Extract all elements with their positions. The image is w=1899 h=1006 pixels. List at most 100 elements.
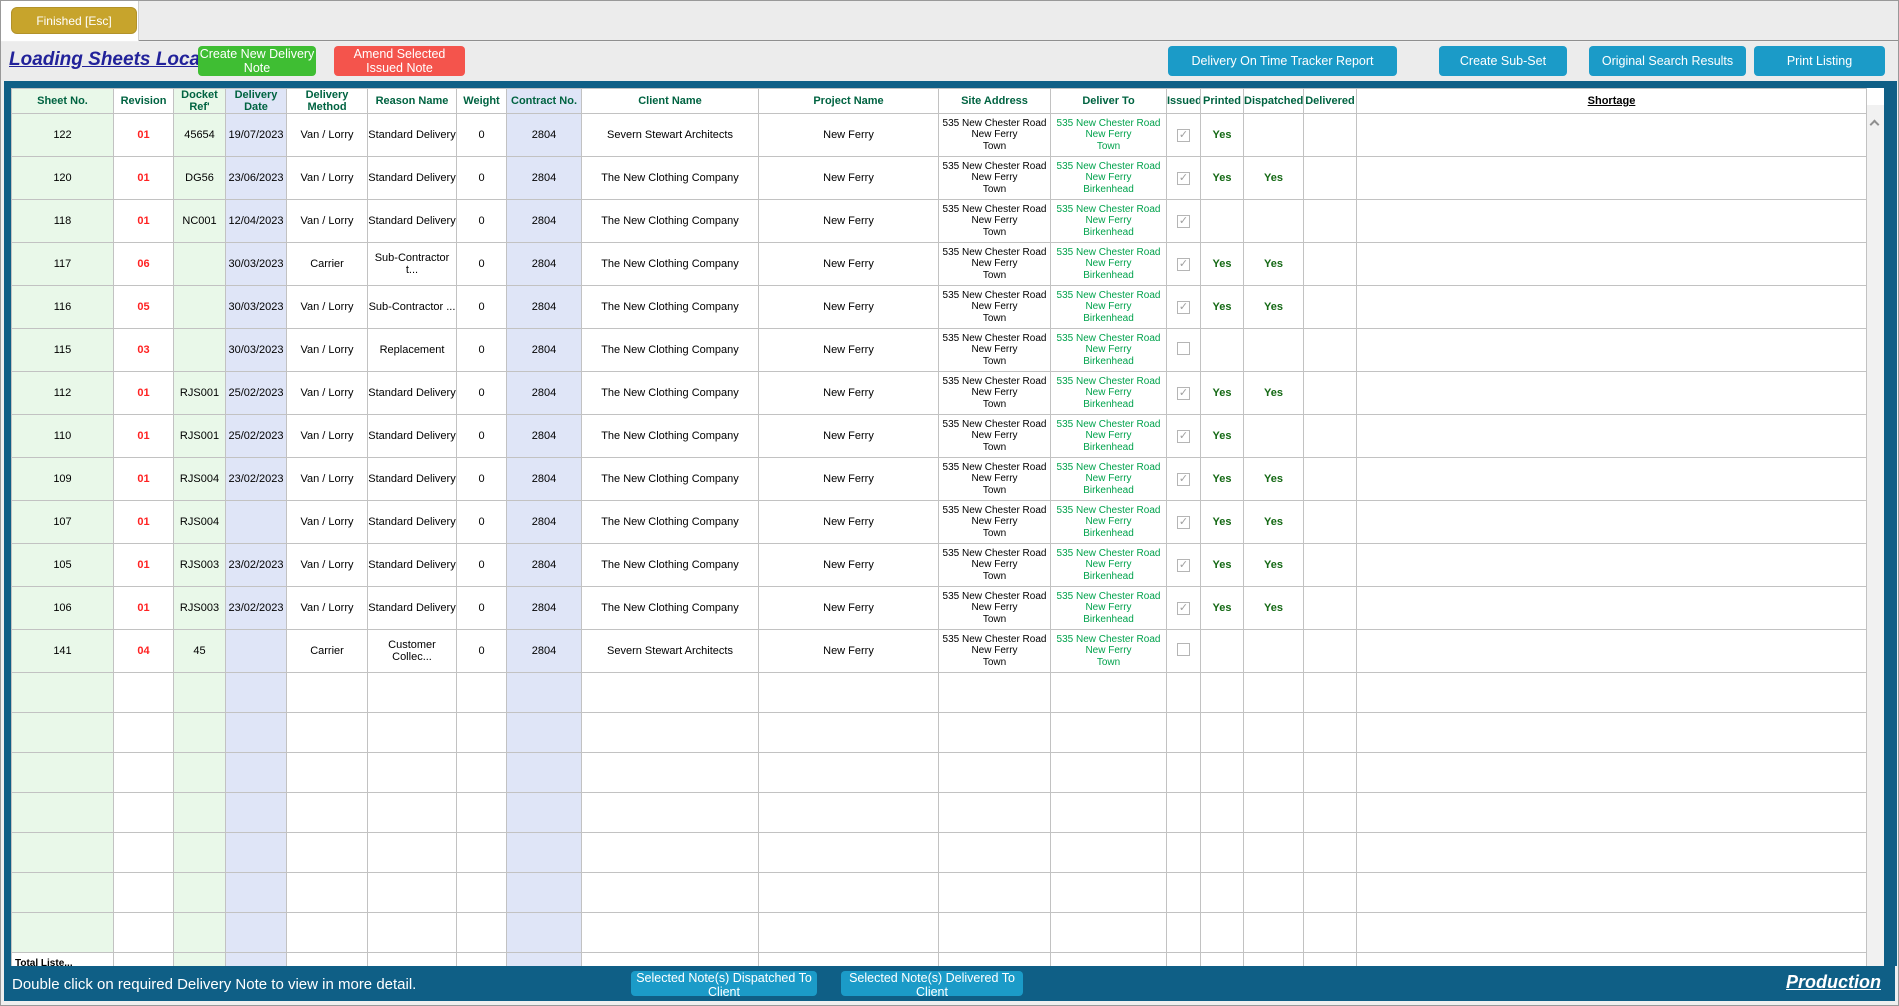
table-row[interactable]: 10701RJS004Van / LorryStandard Delivery0… xyxy=(12,501,1867,544)
cell-delivery-date: 30/03/2023 xyxy=(226,243,287,286)
cell-client-name: The New Clothing Company xyxy=(582,286,759,329)
cell-dispatched xyxy=(1244,415,1304,458)
create-sub-set-button[interactable]: Create Sub-Set xyxy=(1439,46,1567,76)
cell-sheet-no: 105 xyxy=(12,544,114,587)
table-row[interactable]: 12001DG5623/06/2023Van / LorryStandard D… xyxy=(12,157,1867,200)
cell-client-name: The New Clothing Company xyxy=(582,587,759,630)
table-row[interactable]: 10901RJS00423/02/2023Van / LorryStandard… xyxy=(12,458,1867,501)
cell-dispatched xyxy=(1244,114,1304,157)
empty-cell xyxy=(1304,673,1357,713)
tab-strip: Finished [Esc] xyxy=(1,1,1898,41)
active-tab-holder: Finished [Esc] xyxy=(1,1,139,41)
cell-issued xyxy=(1167,243,1201,286)
table-row[interactable]: 11001RJS00125/02/2023Van / LorryStandard… xyxy=(12,415,1867,458)
cell-docket-ref: RJS001 xyxy=(174,372,226,415)
status-hint-text: Double click on required Delivery Note t… xyxy=(12,976,416,993)
table-row[interactable]: 122014565419/07/2023Van / LorryStandard … xyxy=(12,114,1867,157)
delivery-on-time-tracker-report-button[interactable]: Delivery On Time Tracker Report xyxy=(1168,46,1397,76)
empty-cell xyxy=(1304,833,1357,873)
issued-checkbox xyxy=(1177,516,1190,529)
cell-client-name: The New Clothing Company xyxy=(582,157,759,200)
cell-shortage xyxy=(1357,501,1867,544)
cell-shortage xyxy=(1357,200,1867,243)
empty-cell xyxy=(1304,873,1357,913)
cell-client-name: Severn Stewart Architects xyxy=(582,630,759,673)
issued-checkbox xyxy=(1177,258,1190,271)
cell-client-name: The New Clothing Company xyxy=(582,458,759,501)
empty-cell xyxy=(226,873,287,913)
scrollbar-track[interactable] xyxy=(1867,105,1884,966)
cell-contract-no: 2804 xyxy=(507,501,582,544)
cell-delivery-date xyxy=(226,630,287,673)
issued-checkbox xyxy=(1177,172,1190,185)
cell-issued xyxy=(1167,157,1201,200)
print-listing-button[interactable]: Print Listing xyxy=(1754,46,1885,76)
cell-delivery-method: Van / Lorry xyxy=(287,329,368,372)
empty-cell xyxy=(114,913,174,953)
table-row[interactable]: 10601RJS00323/02/2023Van / LorryStandard… xyxy=(12,587,1867,630)
cell-issued xyxy=(1167,200,1201,243)
cell-delivery-date: 25/02/2023 xyxy=(226,415,287,458)
empty-cell xyxy=(1357,673,1867,713)
empty-cell xyxy=(939,713,1051,753)
empty-cell xyxy=(1051,713,1167,753)
cell-site-address: 535 New Chester Road New Ferry Town xyxy=(939,372,1051,415)
col-header-client-name: Client Name xyxy=(582,89,759,114)
empty-cell xyxy=(457,833,507,873)
empty-cell xyxy=(1167,673,1201,713)
table-row[interactable]: 11801NC00112/04/2023Van / LorryStandard … xyxy=(12,200,1867,243)
cell-reason-name: Standard Delivery xyxy=(368,372,457,415)
empty-cell xyxy=(12,753,114,793)
cell-printed: Yes xyxy=(1201,243,1244,286)
delivery-notes-grid-frame: Sheet No.RevisionDocket Ref'Delivery Dat… xyxy=(4,81,1897,966)
cell-contract-no: 2804 xyxy=(507,157,582,200)
col-header-shortage[interactable]: Shortage xyxy=(1357,89,1867,114)
empty-cell xyxy=(1357,833,1867,873)
col-header-contract-no: Contract No. xyxy=(507,89,582,114)
cell-docket-ref: DG56 xyxy=(174,157,226,200)
cell-contract-no: 2804 xyxy=(507,243,582,286)
empty-cell xyxy=(1244,873,1304,913)
table-row[interactable]: 10501RJS00323/02/2023Van / LorryStandard… xyxy=(12,544,1867,587)
table-row[interactable]: 1170630/03/2023CarrierSub-Contractor t..… xyxy=(12,243,1867,286)
cell-revision: 03 xyxy=(114,329,174,372)
original-search-results-button[interactable]: Original Search Results xyxy=(1589,46,1746,76)
cell-shortage xyxy=(1357,587,1867,630)
empty-cell xyxy=(1244,713,1304,753)
cell-site-address: 535 New Chester Road New Ferry Town xyxy=(939,415,1051,458)
selected-notes-dispatched-button[interactable]: Selected Note(s) Dispatched To Client xyxy=(631,971,817,996)
cell-dispatched xyxy=(1244,200,1304,243)
cell-issued xyxy=(1167,114,1201,157)
table-row[interactable]: 1160530/03/2023Van / LorrySub-Contractor… xyxy=(12,286,1867,329)
cell-issued xyxy=(1167,458,1201,501)
cell-delivery-date: 23/02/2023 xyxy=(226,458,287,501)
create-new-delivery-note-button[interactable]: Create New Delivery Note xyxy=(198,46,316,76)
cell-dispatched xyxy=(1244,329,1304,372)
scroll-up-icon[interactable] xyxy=(1870,120,1880,130)
table-row[interactable]: 1150330/03/2023Van / LorryReplacement028… xyxy=(12,329,1867,372)
empty-cell xyxy=(368,913,457,953)
cell-site-address: 535 New Chester Road New Ferry Town xyxy=(939,501,1051,544)
selected-notes-delivered-button[interactable]: Selected Note(s) Delivered To Client xyxy=(841,971,1023,996)
cell-revision: 01 xyxy=(114,587,174,630)
cell-delivery-method: Van / Lorry xyxy=(287,415,368,458)
empty-cell xyxy=(174,873,226,913)
finished-tab-button[interactable]: Finished [Esc] xyxy=(11,7,137,34)
amend-selected-issued-note-button[interactable]: Amend Selected Issued Note xyxy=(334,46,465,76)
table-row[interactable]: 1410445CarrierCustomer Collec...02804Sev… xyxy=(12,630,1867,673)
col-header-deliver-to: Deliver To xyxy=(1051,89,1167,114)
table-row[interactable]: 11201RJS00125/02/2023Van / LorryStandard… xyxy=(12,372,1867,415)
cell-issued xyxy=(1167,286,1201,329)
vertical-scrollbar[interactable] xyxy=(1867,88,1884,966)
empty-row xyxy=(12,753,1867,793)
cell-docket-ref: RJS003 xyxy=(174,587,226,630)
empty-cell xyxy=(507,713,582,753)
empty-cell xyxy=(287,833,368,873)
cell-project-name: New Ferry xyxy=(759,157,939,200)
app-window: Finished [Esc] Loading Sheets Located: C… xyxy=(0,0,1899,1006)
cell-delivery-date: 19/07/2023 xyxy=(226,114,287,157)
cell-weight: 0 xyxy=(457,372,507,415)
cell-reason-name: Sub-Contractor t... xyxy=(368,243,457,286)
empty-cell xyxy=(759,873,939,913)
empty-cell xyxy=(174,673,226,713)
